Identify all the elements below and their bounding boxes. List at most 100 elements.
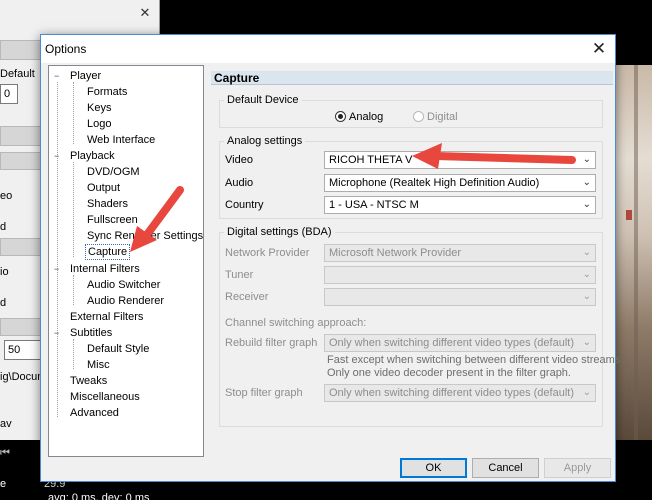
stop-filter-graph-value: Only when switching different video type… — [329, 387, 574, 399]
tree-connector — [73, 275, 74, 305]
background-label-default: Default — [0, 68, 35, 80]
audio-label: Audio — [225, 177, 254, 189]
rebuild-filter-graph-select[interactable]: Only when switching different video type… — [324, 334, 596, 352]
default-device-group: Default Device — [219, 94, 603, 128]
tree-item-formats[interactable]: Formats — [87, 85, 127, 99]
digital-radio[interactable] — [413, 111, 424, 122]
tree-item-audio-renderer[interactable]: Audio Renderer — [87, 294, 164, 308]
network-provider-value: Microsoft Network Provider — [329, 247, 462, 259]
panel-title: Capture — [211, 71, 613, 85]
receiver-label: Receiver — [225, 291, 269, 303]
audio-device-select[interactable]: Microphone (Realtek High Definition Audi… — [324, 174, 596, 192]
background-bar — [0, 152, 44, 170]
audio-device-value: Microphone (Realtek High Definition Audi… — [329, 177, 540, 189]
tuner-select[interactable]: ⌄ — [324, 266, 596, 284]
tree-item-tweaks[interactable]: Tweaks — [70, 374, 107, 388]
tree-item-audio-switcher[interactable]: Audio Switcher — [87, 278, 160, 292]
tree-connector — [73, 339, 74, 369]
video-preview-detail — [634, 65, 638, 440]
tree-item-miscellaneous[interactable]: Miscellaneous — [70, 390, 140, 404]
country-value: 1 - USA - NTSC M — [329, 199, 419, 211]
options-dialog: Options ✕ − Player Formats Keys Logo Web… — [40, 34, 623, 482]
stat-line: avg: 0 ms, dev: 0 ms — [48, 492, 150, 500]
video-preview — [616, 65, 652, 440]
tree-item-external-filters[interactable]: External Filters — [70, 310, 143, 324]
background-close-icon[interactable]: ✕ — [138, 6, 152, 20]
video-device-select[interactable]: RICOH THETA V ⌄ — [324, 151, 596, 169]
chevron-down-icon: ⌄ — [582, 199, 591, 210]
rebuild-note-line2: Only one video decoder present in the fi… — [327, 367, 571, 379]
tree-item-logo[interactable]: Logo — [87, 117, 111, 131]
chevron-down-icon: ⌄ — [582, 247, 591, 258]
tree-connector — [57, 82, 58, 417]
cancel-button[interactable]: Cancel — [472, 458, 539, 478]
tree-item-advanced[interactable]: Advanced — [70, 406, 119, 420]
chevron-down-icon: ⌄ — [582, 177, 591, 188]
receiver-select[interactable]: ⌄ — [324, 288, 596, 306]
video-device-value: RICOH THETA V — [329, 154, 413, 166]
tree-item-capture[interactable]: Capture — [84, 244, 131, 260]
tree-item-web-interface[interactable]: Web Interface — [87, 133, 155, 147]
rebuild-filter-graph-value: Only when switching different video type… — [329, 337, 574, 349]
chevron-down-icon: ⌄ — [582, 291, 591, 302]
tree-item-internal-filters[interactable]: Internal Filters — [70, 262, 140, 276]
collapse-icon[interactable]: − — [54, 149, 59, 163]
ok-button[interactable]: OK — [400, 458, 467, 478]
tuner-label: Tuner — [225, 269, 254, 281]
group-title: Digital settings (BDA) — [224, 226, 335, 238]
background-bar — [0, 318, 44, 336]
background-bar — [0, 238, 44, 256]
chevron-down-icon: ⌄ — [582, 337, 591, 348]
tree-item-playback[interactable]: Playback — [70, 149, 115, 163]
tree-connector — [73, 162, 74, 257]
tree-connector — [73, 82, 74, 144]
apply-button[interactable]: Apply — [544, 458, 611, 478]
collapse-icon[interactable]: − — [54, 262, 59, 276]
background-label: d — [0, 221, 7, 233]
video-label: Video — [225, 154, 253, 166]
tree-item-subtitles[interactable]: Subtitles — [70, 326, 112, 340]
group-title: Default Device — [224, 94, 302, 106]
background-number-field[interactable]: 0 — [0, 84, 18, 104]
close-icon[interactable]: ✕ — [589, 39, 609, 59]
title-bar: Options ✕ — [41, 35, 615, 63]
stop-filter-graph-select[interactable]: Only when switching different video type… — [324, 384, 596, 402]
background-label: av — [0, 418, 12, 430]
rebuild-note-line1: Fast except when switching between diffe… — [327, 354, 624, 366]
analog-radio[interactable] — [335, 111, 346, 122]
video-preview-detail — [626, 210, 632, 220]
chevron-down-icon: ⌄ — [582, 387, 591, 398]
tree-item-dvd-ogm[interactable]: DVD/OGM — [87, 165, 140, 179]
background-label: eo — [0, 190, 13, 202]
network-provider-label: Network Provider — [225, 247, 310, 259]
stat-label: e — [0, 478, 7, 490]
options-tree[interactable]: − Player Formats Keys Logo Web Interface… — [48, 65, 204, 457]
country-label: Country — [225, 199, 264, 211]
digital-radio-label[interactable]: Digital — [427, 111, 458, 123]
background-bar — [0, 126, 44, 146]
tree-item-output[interactable]: Output — [87, 181, 120, 195]
background-value-field[interactable]: 50 — [4, 340, 42, 360]
collapse-icon[interactable]: − — [54, 326, 59, 340]
analog-radio-label[interactable]: Analog — [349, 111, 383, 123]
channel-switching-label: Channel switching approach: — [225, 317, 367, 329]
tree-item-player[interactable]: Player — [70, 69, 101, 83]
dialog-title: Options — [45, 42, 87, 56]
background-label: d — [0, 297, 7, 309]
tree-item-sync-renderer-settings[interactable]: Sync Renderer Settings — [87, 229, 203, 243]
collapse-icon[interactable]: − — [54, 69, 59, 83]
stop-filter-graph-label: Stop filter graph — [225, 387, 303, 399]
group-title: Analog settings — [224, 135, 306, 147]
prev-icon[interactable]: ⏮ — [0, 447, 10, 460]
network-provider-select[interactable]: Microsoft Network Provider ⌄ — [324, 244, 596, 262]
tree-item-shaders[interactable]: Shaders — [87, 197, 128, 211]
tree-item-default-style[interactable]: Default Style — [87, 342, 149, 356]
background-bar — [0, 40, 44, 60]
chevron-down-icon: ⌄ — [582, 269, 591, 280]
tree-item-misc[interactable]: Misc — [87, 358, 110, 372]
tree-item-fullscreen[interactable]: Fullscreen — [87, 213, 138, 227]
tree-item-keys[interactable]: Keys — [87, 101, 111, 115]
rebuild-filter-graph-label: Rebuild filter graph — [225, 337, 318, 349]
background-label: io — [0, 266, 9, 278]
country-select[interactable]: 1 - USA - NTSC M ⌄ — [324, 196, 596, 214]
